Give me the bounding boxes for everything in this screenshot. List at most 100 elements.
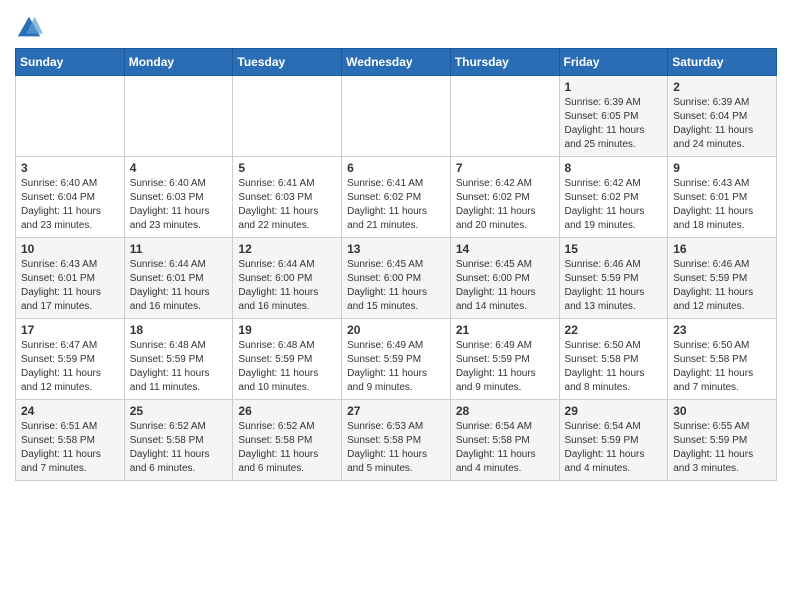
day-info: Sunrise: 6:54 AM Sunset: 5:58 PM Dayligh… <box>456 420 554 476</box>
calendar-cell: 3 Sunrise: 6:40 AM Sunset: 6:04 PM Daylig… <box>16 157 125 238</box>
calendar-cell: 27Sunrise: 6:53 AM Sunset: 5:58 PM Dayli… <box>342 400 451 481</box>
calendar-cell <box>16 76 125 157</box>
calendar-cell: 13Sunrise: 6:45 AM Sunset: 6:00 PM Dayli… <box>342 238 451 319</box>
day-number: 9 <box>673 161 771 175</box>
day-number: 21 <box>456 323 554 337</box>
calendar-cell: 25Sunrise: 6:52 AM Sunset: 5:58 PM Dayli… <box>124 400 233 481</box>
day-number: 27 <box>347 404 445 418</box>
calendar-cell: 28 Sunrise: 6:54 AM Sunset: 5:58 PM Dayli… <box>450 400 559 481</box>
day-info: Sunrise: 6:47 AM Sunset: 5:59 PM Dayligh… <box>21 339 119 395</box>
calendar-cell: 2 Sunrise: 6:39 AM Sunset: 6:04 PM Daylig… <box>668 76 777 157</box>
day-header-monday: Monday <box>124 49 233 76</box>
day-number: 17 <box>21 323 119 337</box>
day-info: Sunrise: 6:46 AM Sunset: 5:59 PM Dayligh… <box>673 258 771 314</box>
day-number: 3 <box>21 161 119 175</box>
calendar-cell: 8 Sunrise: 6:42 AM Sunset: 6:02 PM Daylig… <box>559 157 668 238</box>
day-info: Sunrise: 6:54 AM Sunset: 5:59 PM Dayligh… <box>565 420 663 476</box>
day-info: Sunrise: 6:55 AM Sunset: 5:59 PM Dayligh… <box>673 420 771 476</box>
day-info: Sunrise: 6:39 AM Sunset: 6:04 PM Dayligh… <box>673 96 771 152</box>
calendar-cell: 23 Sunrise: 6:50 AM Sunset: 5:58 PM Dayli… <box>668 319 777 400</box>
calendar-cell: 5 Sunrise: 6:41 AM Sunset: 6:03 PM Daylig… <box>233 157 342 238</box>
calendar-cell: 16 Sunrise: 6:46 AM Sunset: 5:59 PM Dayli… <box>668 238 777 319</box>
day-header-saturday: Saturday <box>668 49 777 76</box>
day-number: 1 <box>565 80 663 94</box>
day-number: 22 <box>565 323 663 337</box>
day-info: Sunrise: 6:39 AM Sunset: 6:05 PM Dayligh… <box>565 96 663 152</box>
day-number: 15 <box>565 242 663 256</box>
calendar-cell: 22 Sunrise: 6:50 AM Sunset: 5:58 PM Dayli… <box>559 319 668 400</box>
day-info: Sunrise: 6:49 AM Sunset: 5:59 PM Dayligh… <box>456 339 554 395</box>
day-number: 5 <box>238 161 336 175</box>
day-info: Sunrise: 6:45 AM Sunset: 6:00 PM Dayligh… <box>456 258 554 314</box>
week-row-5: 24 Sunrise: 6:51 AM Sunset: 5:58 PM Dayli… <box>16 400 777 481</box>
day-info: Sunrise: 6:40 AM Sunset: 6:03 PM Dayligh… <box>130 177 228 233</box>
day-number: 4 <box>130 161 228 175</box>
day-number: 25 <box>130 404 228 418</box>
day-header-sunday: Sunday <box>16 49 125 76</box>
day-info: Sunrise: 6:41 AM Sunset: 6:02 PM Dayligh… <box>347 177 445 233</box>
day-number: 11 <box>130 242 228 256</box>
calendar-cell <box>233 76 342 157</box>
logo-icon <box>15 14 43 42</box>
day-number: 18 <box>130 323 228 337</box>
day-number: 2 <box>673 80 771 94</box>
day-header-thursday: Thursday <box>450 49 559 76</box>
week-row-4: 17 Sunrise: 6:47 AM Sunset: 5:59 PM Dayli… <box>16 319 777 400</box>
day-number: 19 <box>238 323 336 337</box>
calendar-cell: 29Sunrise: 6:54 AM Sunset: 5:59 PM Dayli… <box>559 400 668 481</box>
day-number: 20 <box>347 323 445 337</box>
day-number: 6 <box>347 161 445 175</box>
day-number: 8 <box>565 161 663 175</box>
calendar-cell: 30 Sunrise: 6:55 AM Sunset: 5:59 PM Dayli… <box>668 400 777 481</box>
calendar-cell <box>124 76 233 157</box>
day-info: Sunrise: 6:49 AM Sunset: 5:59 PM Dayligh… <box>347 339 445 395</box>
day-info: Sunrise: 6:50 AM Sunset: 5:58 PM Dayligh… <box>673 339 771 395</box>
calendar-cell <box>450 76 559 157</box>
day-info: Sunrise: 6:45 AM Sunset: 6:00 PM Dayligh… <box>347 258 445 314</box>
day-number: 23 <box>673 323 771 337</box>
day-info: Sunrise: 6:43 AM Sunset: 6:01 PM Dayligh… <box>21 258 119 314</box>
logo <box>15 14 47 42</box>
day-info: Sunrise: 6:44 AM Sunset: 6:01 PM Dayligh… <box>130 258 228 314</box>
day-number: 28 <box>456 404 554 418</box>
calendar-cell: 20 Sunrise: 6:49 AM Sunset: 5:59 PM Dayli… <box>342 319 451 400</box>
calendar-cell: 11 Sunrise: 6:44 AM Sunset: 6:01 PM Dayli… <box>124 238 233 319</box>
calendar-cell: 17 Sunrise: 6:47 AM Sunset: 5:59 PM Dayli… <box>16 319 125 400</box>
day-info: Sunrise: 6:42 AM Sunset: 6:02 PM Dayligh… <box>456 177 554 233</box>
day-info: Sunrise: 6:44 AM Sunset: 6:00 PM Dayligh… <box>238 258 336 314</box>
calendar-cell: 1 Sunrise: 6:39 AM Sunset: 6:05 PM Daylig… <box>559 76 668 157</box>
day-info: Sunrise: 6:42 AM Sunset: 6:02 PM Dayligh… <box>565 177 663 233</box>
day-number: 26 <box>238 404 336 418</box>
day-number: 14 <box>456 242 554 256</box>
day-header-friday: Friday <box>559 49 668 76</box>
week-row-3: 10 Sunrise: 6:43 AM Sunset: 6:01 PM Dayli… <box>16 238 777 319</box>
calendar-cell <box>342 76 451 157</box>
day-info: Sunrise: 6:48 AM Sunset: 5:59 PM Dayligh… <box>130 339 228 395</box>
calendar-cell: 19Sunrise: 6:48 AM Sunset: 5:59 PM Dayli… <box>233 319 342 400</box>
day-number: 7 <box>456 161 554 175</box>
day-header-wednesday: Wednesday <box>342 49 451 76</box>
day-number: 10 <box>21 242 119 256</box>
day-info: Sunrise: 6:52 AM Sunset: 5:58 PM Dayligh… <box>238 420 336 476</box>
calendar-table: SundayMondayTuesdayWednesdayThursdayFrid… <box>15 48 777 481</box>
day-info: Sunrise: 6:50 AM Sunset: 5:58 PM Dayligh… <box>565 339 663 395</box>
day-header-tuesday: Tuesday <box>233 49 342 76</box>
calendar-cell: 14 Sunrise: 6:45 AM Sunset: 6:00 PM Dayli… <box>450 238 559 319</box>
week-row-2: 3 Sunrise: 6:40 AM Sunset: 6:04 PM Daylig… <box>16 157 777 238</box>
calendar-cell: 15 Sunrise: 6:46 AM Sunset: 5:59 PM Dayli… <box>559 238 668 319</box>
calendar-cell: 12Sunrise: 6:44 AM Sunset: 6:00 PM Dayli… <box>233 238 342 319</box>
day-info: Sunrise: 6:41 AM Sunset: 6:03 PM Dayligh… <box>238 177 336 233</box>
day-info: Sunrise: 6:40 AM Sunset: 6:04 PM Dayligh… <box>21 177 119 233</box>
calendar-cell: 18 Sunrise: 6:48 AM Sunset: 5:59 PM Dayli… <box>124 319 233 400</box>
day-number: 24 <box>21 404 119 418</box>
day-info: Sunrise: 6:43 AM Sunset: 6:01 PM Dayligh… <box>673 177 771 233</box>
calendar-cell: 9 Sunrise: 6:43 AM Sunset: 6:01 PM Daylig… <box>668 157 777 238</box>
day-number: 16 <box>673 242 771 256</box>
calendar-cell: 6 Sunrise: 6:41 AM Sunset: 6:02 PM Daylig… <box>342 157 451 238</box>
day-number: 30 <box>673 404 771 418</box>
calendar-cell: 24 Sunrise: 6:51 AM Sunset: 5:58 PM Dayli… <box>16 400 125 481</box>
day-info: Sunrise: 6:46 AM Sunset: 5:59 PM Dayligh… <box>565 258 663 314</box>
day-info: Sunrise: 6:51 AM Sunset: 5:58 PM Dayligh… <box>21 420 119 476</box>
calendar-cell: 7 Sunrise: 6:42 AM Sunset: 6:02 PM Daylig… <box>450 157 559 238</box>
days-header-row: SundayMondayTuesdayWednesdayThursdayFrid… <box>16 49 777 76</box>
